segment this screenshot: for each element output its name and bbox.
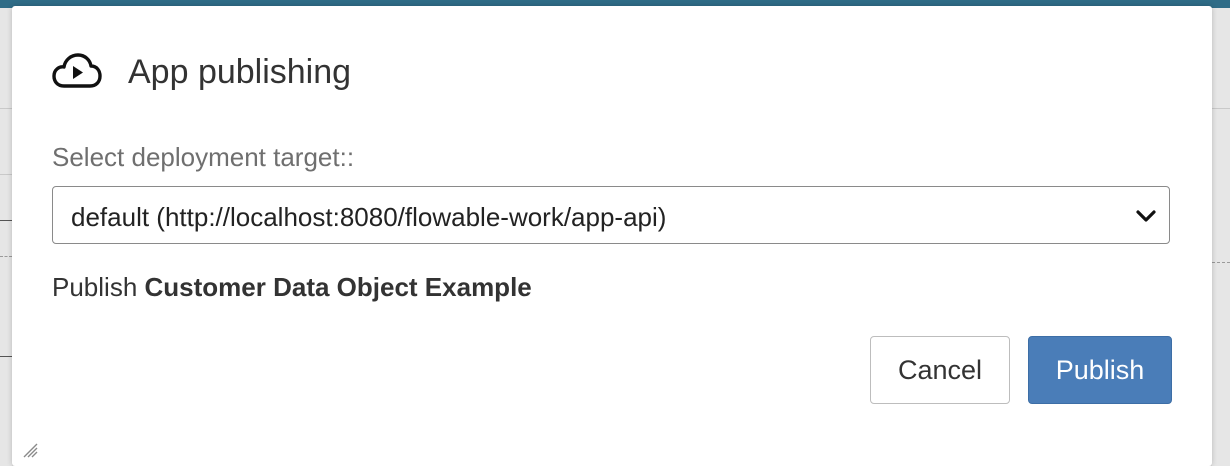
chevron-down-icon [1133,203,1159,229]
publish-prefix: Publish [52,272,138,302]
publish-button[interactable]: Publish [1028,336,1172,404]
app-publishing-dialog: App publishing Select deployment target:… [12,6,1212,466]
cancel-button[interactable]: Cancel [870,336,1010,404]
cloud-play-icon [52,52,102,92]
resize-handle-icon[interactable] [22,442,38,458]
dialog-title: App publishing [128,52,352,91]
deployment-target-label: Select deployment target:: [52,142,355,172]
deployment-target-value: default (http://localhost:8080/flowable-… [71,202,667,232]
background-left-panel [0,8,12,466]
publish-description: Publish Customer Data Object Example [52,272,532,303]
background-divider [0,174,12,175]
background-divider [0,356,12,357]
background-divider [0,108,12,109]
background-right-panel [1212,8,1230,466]
background-dashed-line [1212,262,1230,263]
dialog-header: App publishing [52,50,351,94]
background-divider [1212,108,1230,109]
publish-app-name: Customer Data Object Example [144,272,532,302]
background-dashed-line [0,256,12,257]
background-divider [0,220,12,221]
deployment-target-select[interactable]: default (http://localhost:8080/flowable-… [52,186,1170,244]
